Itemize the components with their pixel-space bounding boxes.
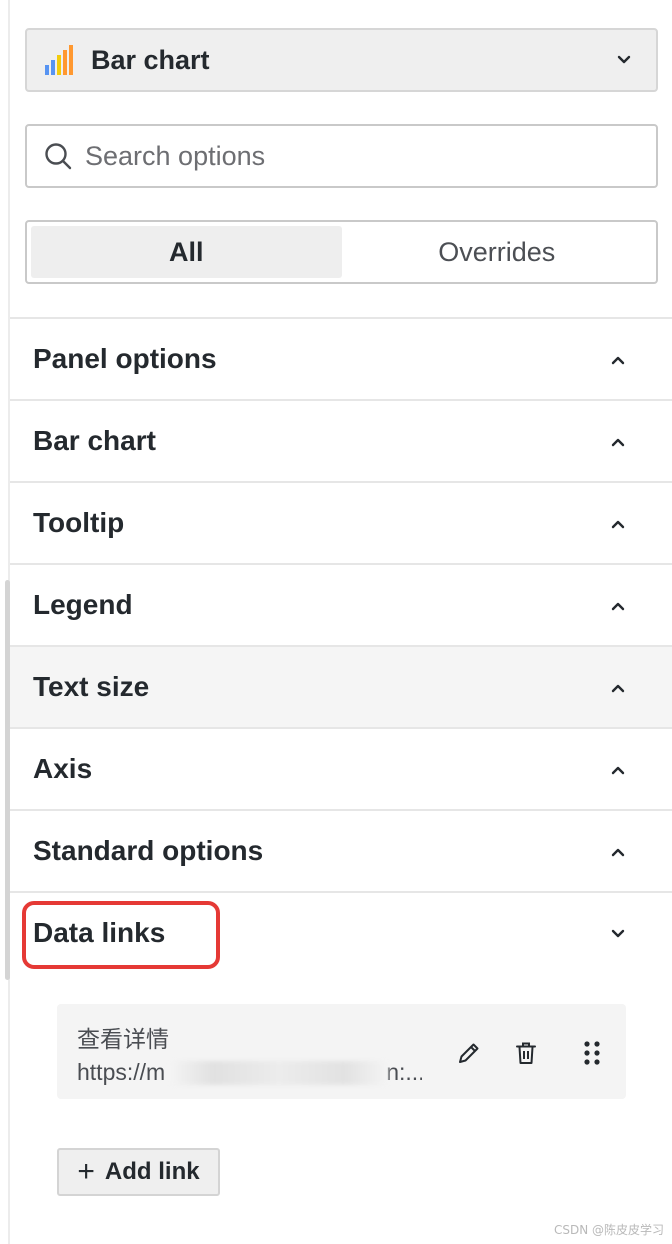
chevron-up-icon bbox=[611, 520, 625, 529]
search-icon bbox=[45, 143, 72, 170]
section-legend[interactable]: Legend bbox=[10, 563, 672, 645]
section-title: Axis bbox=[33, 753, 93, 784]
visualization-name: Bar chart bbox=[91, 44, 210, 75]
section-data-links[interactable]: Data links bbox=[10, 891, 672, 973]
section-title: Legend bbox=[33, 589, 133, 620]
add-link-label: Add link bbox=[104, 1158, 200, 1185]
chevron-up-icon bbox=[611, 356, 625, 365]
section-title: Text size bbox=[33, 671, 150, 702]
chevron-up-icon bbox=[611, 602, 625, 611]
tab-all[interactable]: All bbox=[31, 226, 342, 278]
section-title: Panel options bbox=[33, 343, 217, 374]
section-title: Tooltip bbox=[33, 507, 125, 538]
edit-pencil-icon[interactable] bbox=[455, 1039, 483, 1067]
section-tooltip[interactable]: Tooltip bbox=[10, 481, 672, 563]
section-text-size[interactable]: Text size bbox=[10, 645, 672, 727]
tab-overrides[interactable]: Overrides bbox=[342, 226, 653, 278]
data-link-url-start: https://m bbox=[77, 1059, 166, 1085]
search-options-field[interactable] bbox=[25, 124, 658, 188]
data-link-title: 查看详情 bbox=[77, 1027, 169, 1053]
chevron-up-icon bbox=[611, 438, 625, 447]
section-title: Standard options bbox=[33, 835, 264, 866]
options-filter-tabs: All Overrides bbox=[25, 220, 658, 284]
section-standard-options[interactable]: Standard options bbox=[10, 809, 672, 891]
drag-handle-icon[interactable] bbox=[578, 1039, 606, 1067]
chevron-up-icon bbox=[611, 848, 625, 857]
section-bar-chart[interactable]: Bar chart bbox=[10, 399, 672, 481]
chevron-down-icon bbox=[617, 55, 631, 64]
section-title: Bar chart bbox=[33, 425, 156, 456]
section-axis[interactable]: Axis bbox=[10, 727, 672, 809]
watermark: CSDN @陈皮皮学习 bbox=[553, 1223, 664, 1237]
data-link-url-end: n:... bbox=[386, 1059, 422, 1085]
chevron-up-icon bbox=[611, 766, 625, 775]
visualization-picker[interactable]: Bar chart bbox=[25, 28, 658, 92]
data-link-item: 查看详情 https://m n:... bbox=[57, 1004, 626, 1099]
bar-chart-icon bbox=[45, 45, 73, 75]
chevron-down-icon bbox=[611, 929, 625, 938]
section-panel-options[interactable]: Panel options bbox=[10, 317, 672, 399]
options-sections: Panel options Bar chart Tooltip Legend T… bbox=[10, 317, 672, 973]
add-link-button[interactable]: + Add link bbox=[57, 1148, 220, 1196]
section-title: Data links bbox=[33, 917, 166, 948]
redacted-url-blur bbox=[170, 1061, 388, 1085]
trash-icon[interactable] bbox=[512, 1039, 540, 1067]
plus-icon: + bbox=[77, 1155, 95, 1188]
chevron-up-icon bbox=[611, 684, 625, 693]
search-input[interactable] bbox=[85, 140, 625, 172]
